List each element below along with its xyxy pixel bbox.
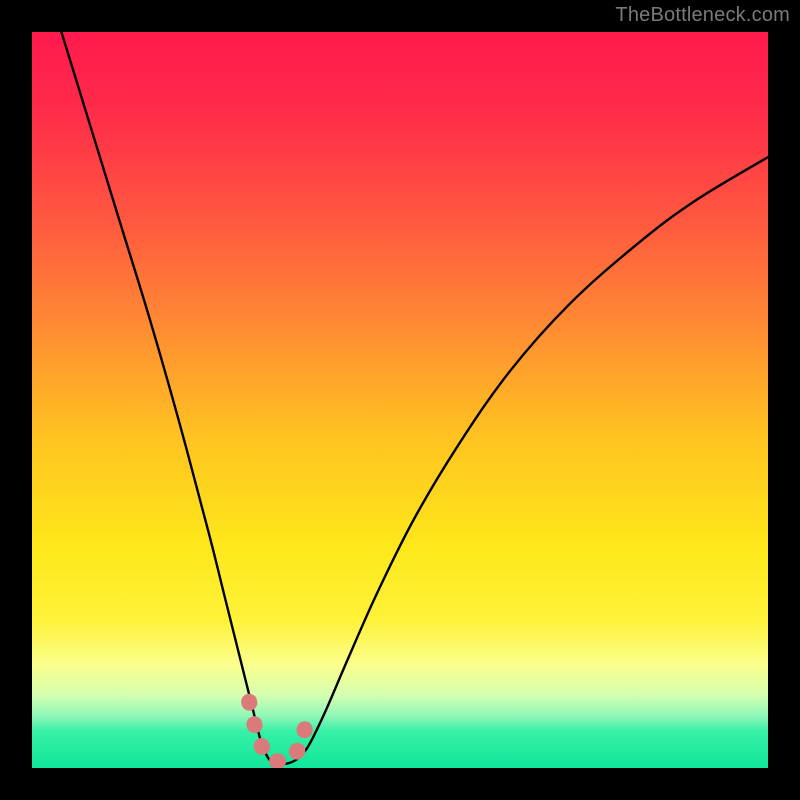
plot-area bbox=[32, 32, 768, 768]
outer-frame: TheBottleneck.com bbox=[0, 0, 800, 800]
chart-svg bbox=[32, 32, 768, 768]
watermark-text: TheBottleneck.com bbox=[615, 4, 790, 27]
bottleneck-curve bbox=[61, 32, 768, 765]
optimal-range-marker bbox=[249, 702, 307, 762]
